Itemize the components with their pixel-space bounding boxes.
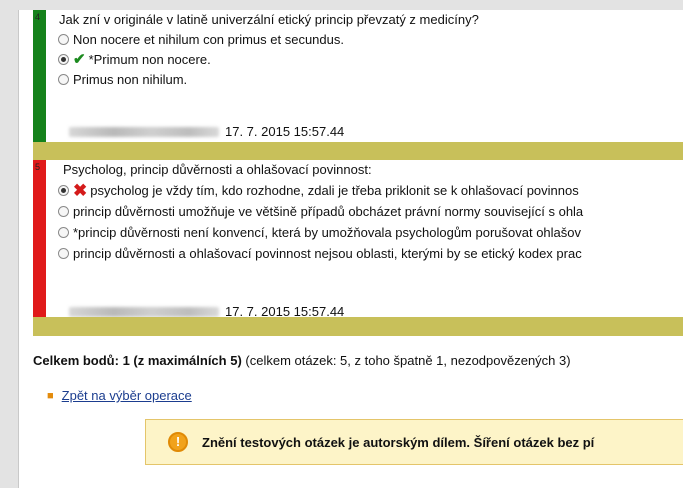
question-5: 5 Psycholog, princip důvěrnosti a ohlašo… (33, 160, 683, 319)
correct-status-bar: 4 (33, 10, 46, 142)
bullet-icon: ■ (47, 389, 54, 402)
radio-button[interactable] (58, 34, 69, 45)
answer-option[interactable]: ✖ psycholog je vždy tím, kdo rozhodne, z… (58, 180, 579, 200)
redacted-user (69, 306, 219, 317)
incorrect-status-bar: 5 (33, 160, 46, 317)
score-total: Celkem bodů: 1 (z maximálních 5) (33, 353, 242, 368)
copyright-notice: ! Znění testových otázek je autorským dí… (145, 419, 683, 465)
answer-text: Primus non nihilum. (73, 72, 188, 87)
score-details: (celkem otázek: 5, z toho špatně 1, nezo… (241, 353, 571, 368)
warning-icon: ! (168, 432, 188, 452)
radio-button-selected[interactable] (58, 185, 69, 196)
radio-button[interactable] (58, 227, 69, 238)
check-icon: ✔ (73, 50, 86, 68)
question-text: Jak zní v originále v latině univerzální… (59, 12, 479, 27)
answer-option[interactable]: Primus non nihilum. (58, 72, 187, 87)
answer-text: *princip důvěrnosti není konvencí, která… (73, 225, 582, 240)
answer-text: psycholog je vždy tím, kdo rozhodne, zda… (90, 183, 579, 198)
question-number: 5 (35, 162, 41, 172)
answer-option[interactable]: ✔ *Primum non nocere. (58, 52, 211, 67)
radio-button-selected[interactable] (58, 54, 69, 65)
radio-button[interactable] (58, 74, 69, 85)
answer-option[interactable]: princip důvěrnosti umožňuje ve většině p… (58, 204, 583, 219)
results-panel: 4 Jak zní v originále v latině univerzál… (18, 10, 683, 488)
radio-button[interactable] (58, 206, 69, 217)
question-separator (33, 317, 683, 336)
timestamp: 17. 7. 2015 15:57.44 (225, 124, 345, 139)
back-nav: ■ Zpět na výběr operace (47, 388, 192, 403)
notice-text: Znění testových otázek je autorským díle… (202, 434, 595, 450)
answer-text: princip důvěrnosti a ohlašovací povinnos… (73, 246, 582, 261)
answer-text: princip důvěrnosti umožňuje ve většině p… (73, 204, 584, 219)
radio-button[interactable] (58, 248, 69, 259)
answer-meta: 17. 7. 2015 15:57.44 (69, 124, 344, 139)
answer-option[interactable]: *princip důvěrnosti není konvencí, která… (58, 225, 581, 240)
question-4: 4 Jak zní v originále v latině univerzál… (33, 10, 683, 142)
question-number: 4 (35, 12, 41, 22)
answer-text: *Primum non nocere. (88, 52, 211, 67)
score-summary: Celkem bodů: 1 (z maximálních 5) (celkem… (33, 353, 571, 368)
redacted-user (69, 126, 219, 137)
question-separator (33, 142, 683, 160)
question-text: Psycholog, princip důvěrnosti a ohlašova… (63, 162, 372, 177)
cross-icon: ✖ (73, 180, 88, 200)
answer-option[interactable]: princip důvěrnosti a ohlašovací povinnos… (58, 246, 582, 261)
answer-option[interactable]: Non nocere et nihilum con primus et secu… (58, 32, 344, 47)
back-link[interactable]: Zpět na výběr operace (62, 388, 192, 403)
answer-text: Non nocere et nihilum con primus et secu… (73, 32, 344, 47)
